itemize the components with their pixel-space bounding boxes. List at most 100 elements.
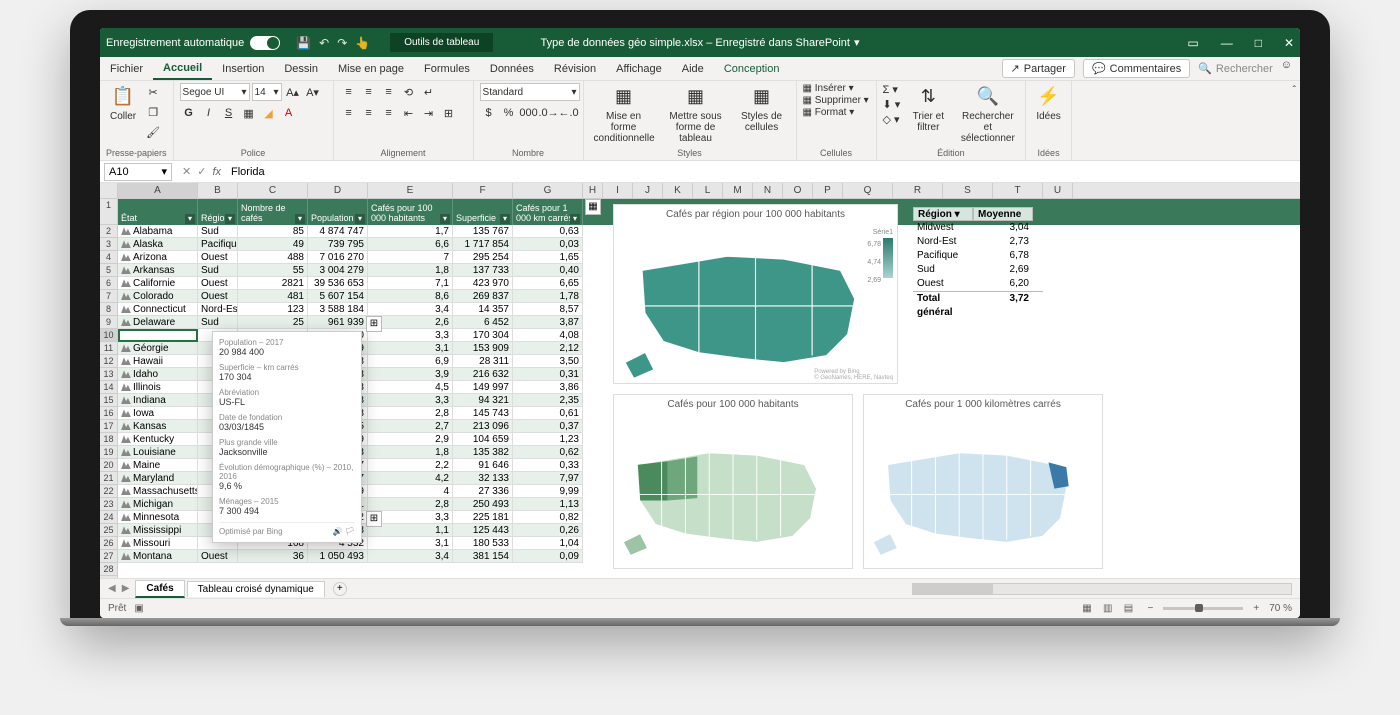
sheet-tab-cafes[interactable]: Cafés xyxy=(135,580,184,598)
underline-button[interactable]: S xyxy=(220,104,238,122)
table-row[interactable]: AlaskaPacifique49739 7956,61 717 8540,03 xyxy=(118,238,583,251)
indent-dec-icon[interactable]: ⇤ xyxy=(400,104,418,122)
add-sheet-icon[interactable]: + xyxy=(333,582,347,596)
col-pop[interactable]: Population xyxy=(308,199,368,225)
horizontal-scrollbar[interactable] xyxy=(912,583,1292,595)
font-color-icon[interactable]: A xyxy=(280,104,298,122)
touch-icon[interactable]: 👆 xyxy=(355,36,370,50)
chart-per100k-map[interactable]: Cafés pour 100 000 habitants xyxy=(613,394,853,569)
search-box[interactable]: 🔍Rechercher xyxy=(1198,59,1273,78)
dec-decimal-icon[interactable]: ←.0 xyxy=(560,104,578,122)
clear-icon[interactable]: ◇ ▾ xyxy=(883,113,901,126)
insert-data-icon[interactable]: ⊞ xyxy=(366,511,382,527)
undo-icon[interactable]: ↶ xyxy=(319,36,329,50)
align-top-icon[interactable]: ≡ xyxy=(340,83,358,101)
table-row[interactable]: DelawareSud25961 9392,66 4523,87 xyxy=(118,316,583,329)
row-header[interactable]: 18 xyxy=(100,433,118,446)
col-etat[interactable]: État xyxy=(118,199,198,225)
col-region[interactable]: Région xyxy=(198,199,238,225)
col-per100k[interactable]: Cafés pour 100 000 habitants xyxy=(368,199,453,225)
column-header[interactable]: T xyxy=(993,183,1043,198)
column-header[interactable]: R xyxy=(893,183,943,198)
column-header[interactable]: C xyxy=(238,183,308,198)
col-area[interactable]: Superficie xyxy=(453,199,513,225)
normal-view-icon[interactable]: ▦ xyxy=(1078,603,1096,614)
smiley-icon[interactable]: ☺ xyxy=(1281,59,1292,78)
row-header[interactable]: 13 xyxy=(100,368,118,381)
tab-dessin[interactable]: Dessin xyxy=(274,57,328,80)
table-row[interactable]: AlabamaSud854 874 7471,7135 7670,63 xyxy=(118,225,583,238)
row-header[interactable]: 7 xyxy=(100,290,118,303)
paste-button[interactable]: 📋Coller xyxy=(106,83,140,124)
formula-input[interactable] xyxy=(227,166,1300,178)
table-row[interactable]: ConnecticutNord-Est1233 588 1843,414 357… xyxy=(118,303,583,316)
zoom-out-icon[interactable]: − xyxy=(1148,603,1154,614)
tab-fichier[interactable]: Fichier xyxy=(100,57,153,80)
align-left-icon[interactable]: ≡ xyxy=(340,104,358,122)
tab-accueil[interactable]: Accueil xyxy=(153,57,212,80)
row-header[interactable]: 29 xyxy=(100,576,118,578)
tab-donnees[interactable]: Données xyxy=(480,57,544,80)
row-header[interactable]: 24 xyxy=(100,511,118,524)
column-header[interactable]: E xyxy=(368,183,453,198)
align-right-icon[interactable]: ≡ xyxy=(380,104,398,122)
fx-icon[interactable]: fx xyxy=(212,166,221,178)
tab-insertion[interactable]: Insertion xyxy=(212,57,274,80)
font-name-select[interactable]: Segoe UI▾ xyxy=(180,83,250,101)
close-icon[interactable]: ✕ xyxy=(1284,36,1294,50)
row-header[interactable]: 23 xyxy=(100,498,118,511)
row-header[interactable]: 5 xyxy=(100,264,118,277)
row-header[interactable]: 27 xyxy=(100,550,118,563)
zoom-slider[interactable] xyxy=(1163,607,1243,610)
cells-area[interactable]: État Région Nombre de cafés Population C… xyxy=(118,199,1300,578)
column-header[interactable]: O xyxy=(783,183,813,198)
column-header[interactable]: F xyxy=(453,183,513,198)
row-header[interactable]: 6 xyxy=(100,277,118,290)
table-row[interactable]: CalifornieOuest282139 536 6537,1423 9706… xyxy=(118,277,583,290)
collapse-ribbon-icon[interactable]: ˆ xyxy=(1289,81,1300,160)
chart-region-map[interactable]: Cafés par région pour 100 000 habitants … xyxy=(613,204,898,384)
macro-record-icon[interactable]: ▣ xyxy=(134,603,143,614)
row-header[interactable]: 12 xyxy=(100,355,118,368)
field-list-icon[interactable]: ▦ xyxy=(585,199,601,215)
column-header[interactable]: I xyxy=(603,183,633,198)
number-format-select[interactable]: Standard▾ xyxy=(480,83,580,101)
column-header[interactable]: G xyxy=(513,183,583,198)
format-button[interactable]: ▦ Format ▾ xyxy=(803,107,855,118)
grow-font-icon[interactable]: A▴ xyxy=(284,83,302,101)
orientation-icon[interactable]: ⟲ xyxy=(400,83,418,101)
format-as-table-button[interactable]: ▦Mettre sous forme de tableau xyxy=(662,83,730,146)
tab-formules[interactable]: Formules xyxy=(414,57,480,80)
row-header[interactable]: 15 xyxy=(100,394,118,407)
col-perkm[interactable]: Cafés pour 1 000 km carrés xyxy=(513,199,583,225)
row-header[interactable]: 2 xyxy=(100,225,118,238)
column-header[interactable]: P xyxy=(813,183,843,198)
row-header[interactable]: 10 xyxy=(100,329,118,342)
cancel-formula-icon[interactable]: ✕ xyxy=(182,165,191,178)
comma-icon[interactable]: 000 xyxy=(520,104,538,122)
table-row[interactable]: ArizonaOuest4887 016 2707295 2541,65 xyxy=(118,251,583,264)
tab-conception[interactable]: Conception xyxy=(714,57,790,80)
table-row[interactable]: MontanaOuest361 050 4933,4381 1540,09 xyxy=(118,550,583,563)
column-header[interactable]: D xyxy=(308,183,368,198)
row-header[interactable]: 19 xyxy=(100,446,118,459)
column-header[interactable]: K xyxy=(663,183,693,198)
format-painter-icon[interactable]: 🖌 xyxy=(144,123,162,141)
document-title[interactable]: Type de données géo simple.xlsx – Enregi… xyxy=(541,36,860,49)
row-header[interactable]: 11 xyxy=(100,342,118,355)
insert-data-icon[interactable]: ⊞ xyxy=(366,316,382,332)
tab-mise-en-page[interactable]: Mise en page xyxy=(328,57,414,80)
delete-button[interactable]: ▦ Supprimer ▾ xyxy=(803,95,869,106)
row-header[interactable]: 16 xyxy=(100,407,118,420)
row-header[interactable]: 14 xyxy=(100,381,118,394)
row-header[interactable]: 28 xyxy=(100,563,118,576)
column-header[interactable]: S xyxy=(943,183,993,198)
select-all-corner[interactable] xyxy=(100,183,118,198)
bold-button[interactable]: G xyxy=(180,104,198,122)
column-header[interactable]: A xyxy=(118,183,198,198)
copy-icon[interactable]: ❐ xyxy=(144,103,162,121)
inc-decimal-icon[interactable]: .0→ xyxy=(540,104,558,122)
row-header[interactable]: 3 xyxy=(100,238,118,251)
indent-inc-icon[interactable]: ⇥ xyxy=(420,104,438,122)
italic-button[interactable]: I xyxy=(200,104,218,122)
